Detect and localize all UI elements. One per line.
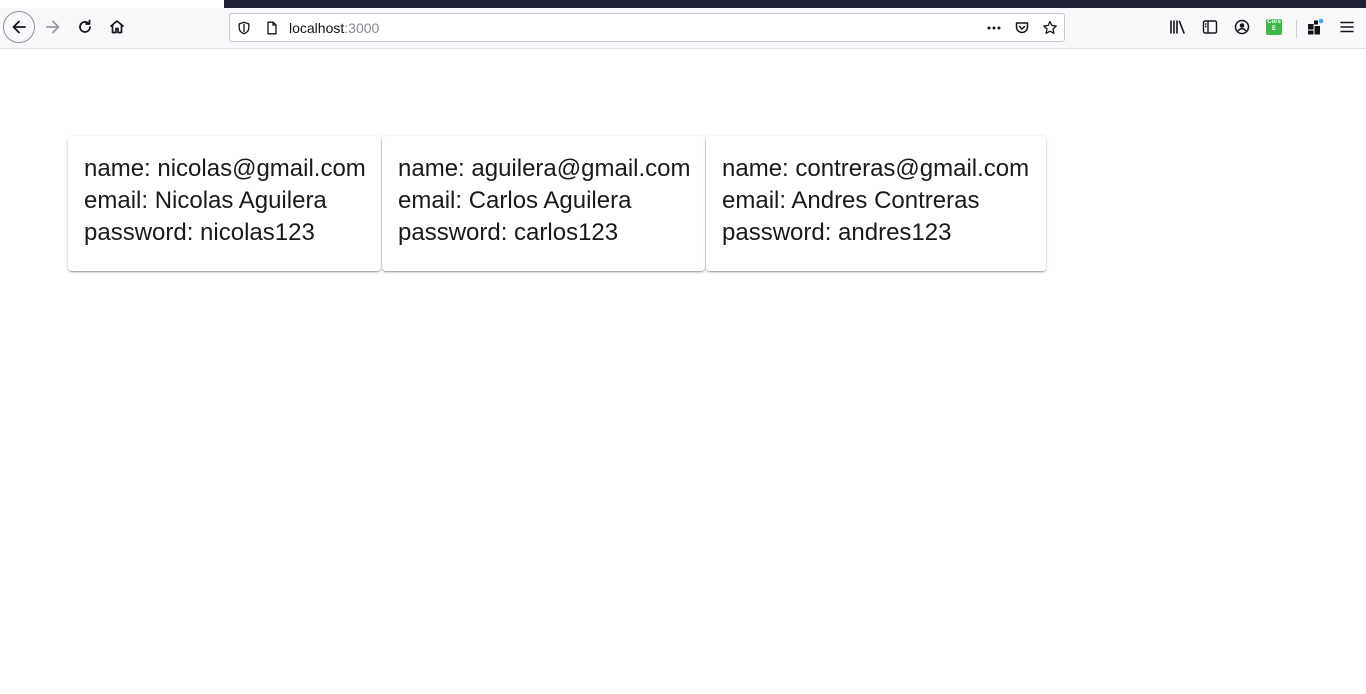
user-email: email: Andres Contreras bbox=[722, 187, 980, 214]
home-button[interactable] bbox=[101, 11, 133, 43]
window-title-strip bbox=[224, 0, 1366, 8]
hamburger-menu-icon bbox=[1340, 21, 1354, 33]
url-text[interactable]: localhost:3000 bbox=[289, 20, 379, 36]
user-password: password: andres123 bbox=[722, 219, 952, 246]
toolbar-separator bbox=[1296, 20, 1297, 38]
user-email: email: Carlos Aguilera bbox=[398, 187, 632, 214]
cors-extension-button[interactable]: Cors E bbox=[1261, 14, 1287, 40]
url-bar[interactable]: localhost:3000 bbox=[229, 13, 1065, 42]
library-icon bbox=[1170, 20, 1185, 34]
user-card: name: contreras@gmail.com email: Andres … bbox=[706, 136, 1046, 271]
back-arrow-icon bbox=[12, 20, 26, 34]
page-info-icon[interactable] bbox=[264, 20, 280, 36]
user-card: name: nicolas@gmail.com email: Nicolas A… bbox=[68, 136, 381, 271]
url-host: localhost bbox=[289, 20, 345, 36]
reload-icon bbox=[79, 19, 91, 33]
home-icon bbox=[109, 20, 125, 34]
account-button[interactable] bbox=[1229, 14, 1255, 40]
user-name: name: contreras@gmail.com bbox=[722, 155, 1030, 182]
account-icon bbox=[1234, 19, 1250, 35]
back-button[interactable] bbox=[3, 11, 35, 43]
pocket-icon[interactable] bbox=[1014, 20, 1030, 36]
cors-extension-label-top: Cors bbox=[1267, 19, 1281, 25]
forward-button[interactable] bbox=[37, 11, 69, 43]
cors-extension-icon: Cors E bbox=[1266, 19, 1282, 35]
sidebar-button[interactable] bbox=[1197, 14, 1223, 40]
forward-arrow-icon bbox=[46, 20, 60, 34]
user-card: name: aguilera@gmail.com email: Carlos A… bbox=[382, 136, 705, 271]
extensions-button[interactable] bbox=[1302, 14, 1328, 40]
bookmark-star-icon[interactable] bbox=[1042, 20, 1058, 36]
extensions-icon bbox=[1308, 18, 1324, 35]
url-port: :3000 bbox=[344, 20, 380, 36]
user-password: password: carlos123 bbox=[398, 219, 619, 246]
library-button[interactable] bbox=[1165, 14, 1191, 40]
user-email: email: Nicolas Aguilera bbox=[84, 187, 327, 214]
user-name: name: aguilera@gmail.com bbox=[398, 155, 691, 182]
more-actions-icon[interactable] bbox=[986, 20, 1002, 36]
user-name: name: nicolas@gmail.com bbox=[84, 155, 366, 182]
cors-extension-label-bottom: E bbox=[1271, 26, 1276, 32]
browser-toolbar: localhost:3000 Cors E bbox=[0, 8, 1366, 49]
sidebar-icon bbox=[1202, 20, 1218, 34]
tracking-shield-icon[interactable] bbox=[236, 20, 252, 36]
reload-button[interactable] bbox=[69, 11, 101, 43]
user-password: password: nicolas123 bbox=[84, 219, 315, 246]
menu-button[interactable] bbox=[1334, 14, 1360, 40]
